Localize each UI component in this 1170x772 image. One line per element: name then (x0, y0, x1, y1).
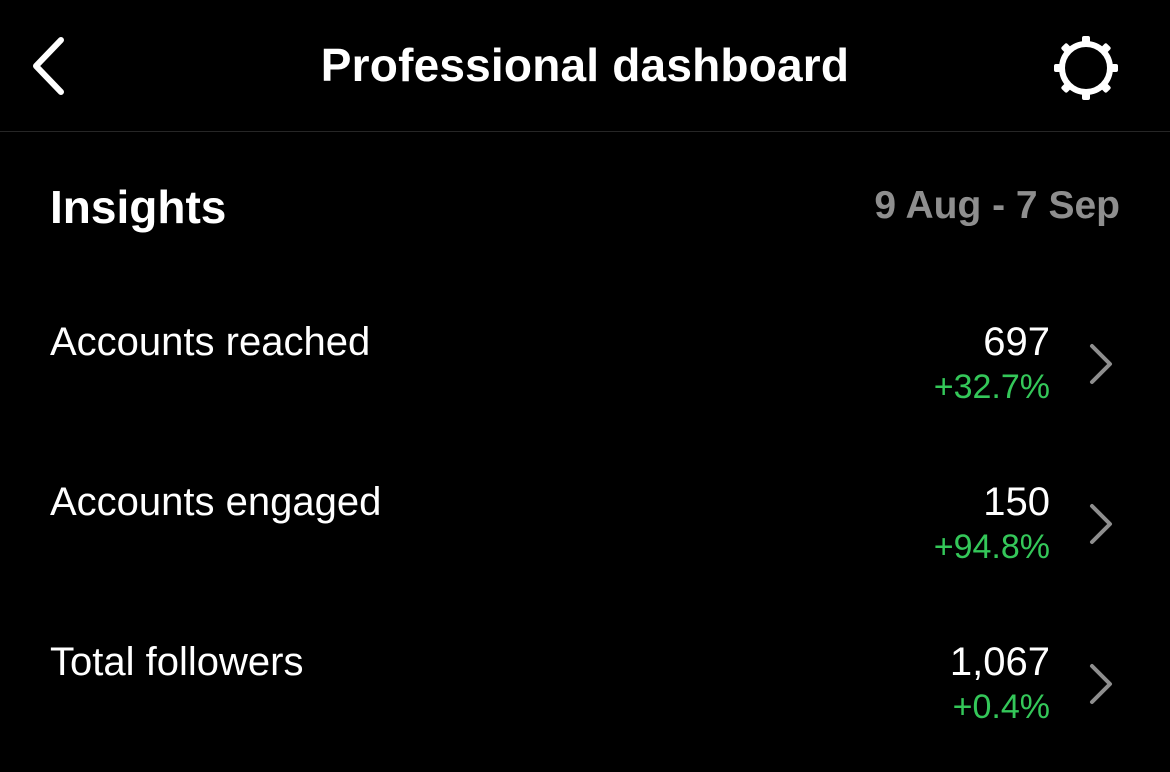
metric-row-accounts-engaged[interactable]: Accounts engaged 150 +94.8% (0, 460, 1170, 600)
metric-row-total-followers[interactable]: Total followers 1,067 +0.4% (0, 620, 1170, 760)
metric-value: 150 (983, 480, 1050, 524)
insights-title: Insights (50, 181, 227, 233)
metric-label: Accounts engaged (50, 480, 382, 524)
date-range[interactable]: 9 Aug - 7 Sep (874, 184, 1120, 228)
metric-value: 1,067 (949, 640, 1050, 684)
top-bar: Professional dashboard (0, 0, 1170, 132)
metric-change: +32.7% (933, 368, 1050, 406)
metric-label: Accounts reached (50, 320, 371, 364)
metric-change: +94.8% (933, 528, 1050, 566)
gear-icon (1054, 36, 1118, 100)
chevron-right-icon (1084, 340, 1118, 388)
settings-button[interactable] (1046, 32, 1126, 104)
metric-label: Total followers (50, 640, 304, 684)
chevron-right-icon (1084, 660, 1118, 708)
chevron-right-icon (1084, 500, 1118, 548)
metric-change: +0.4% (952, 688, 1050, 726)
metric-row-accounts-reached[interactable]: Accounts reached 697 +32.7% (0, 300, 1170, 440)
metric-value: 697 (983, 320, 1050, 364)
page-title: Professional dashboard (320, 39, 850, 91)
